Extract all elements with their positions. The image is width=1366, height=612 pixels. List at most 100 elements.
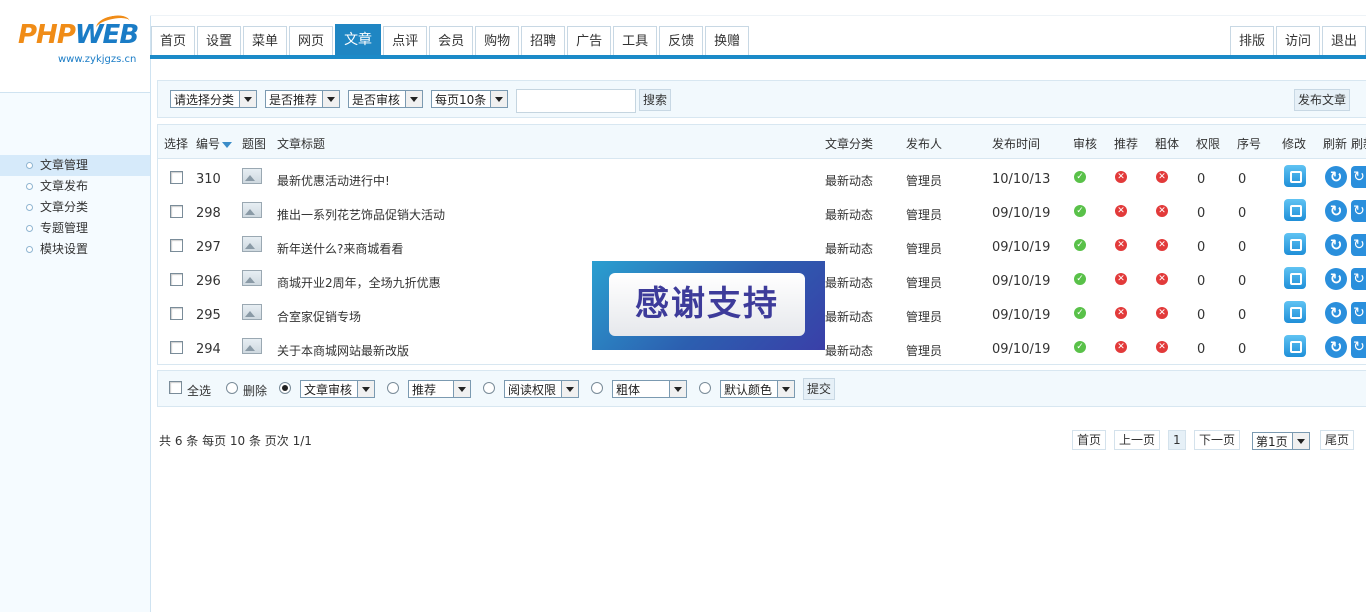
menu-item-menu[interactable]: 菜单 <box>243 26 288 55</box>
batch-recommend-select[interactable]: 推荐 <box>408 380 471 398</box>
check-icon[interactable]: ✓ <box>1074 205 1086 217</box>
row-title[interactable]: 关于本商城网站最新改版 <box>277 342 409 359</box>
color-radio[interactable] <box>699 382 711 394</box>
menu-item-webpage[interactable]: 网页 <box>289 26 334 55</box>
sidebar-item-article-category[interactable]: 文章分类 <box>0 197 150 218</box>
publish-article-button[interactable]: 发布文章 <box>1294 89 1351 111</box>
search-button[interactable]: 搜索 <box>639 89 672 111</box>
image-icon[interactable] <box>242 236 262 252</box>
menu-item-review[interactable]: 点评 <box>383 26 428 55</box>
image-icon[interactable] <box>242 202 262 218</box>
cross-icon[interactable]: ✕ <box>1156 341 1168 353</box>
menu-item-home[interactable]: 首页 <box>151 26 196 55</box>
refresh-icon[interactable]: ↻ <box>1351 166 1366 188</box>
cross-icon[interactable]: ✕ <box>1115 307 1127 319</box>
image-icon[interactable] <box>242 304 262 320</box>
menu-item-settings[interactable]: 设置 <box>197 26 242 55</box>
refresh-icon[interactable]: ↻ <box>1351 234 1366 256</box>
menu-item-tools[interactable]: 工具 <box>613 26 658 55</box>
cross-icon[interactable]: ✕ <box>1115 273 1127 285</box>
refresh-icon[interactable]: ↻ <box>1325 166 1347 188</box>
edit-icon[interactable] <box>1284 165 1306 187</box>
sidebar-item-article-manage[interactable]: 文章管理 <box>0 155 150 176</box>
edit-icon[interactable] <box>1284 199 1306 221</box>
batch-audit-select[interactable]: 文章审核 <box>300 380 375 398</box>
batch-color-select[interactable]: 默认颜色 <box>720 380 795 398</box>
check-icon[interactable]: ✓ <box>1074 171 1086 183</box>
refresh-icon[interactable]: ↻ <box>1325 336 1347 358</box>
menu-item-member[interactable]: 会员 <box>429 26 474 55</box>
sidebar-item-module-settings[interactable]: 模块设置 <box>0 239 150 260</box>
image-icon[interactable] <box>242 270 262 286</box>
row-checkbox[interactable] <box>170 273 183 286</box>
bold-radio[interactable] <box>591 382 603 394</box>
image-icon[interactable] <box>242 338 262 354</box>
row-checkbox[interactable] <box>170 239 183 252</box>
select-all-checkbox[interactable] <box>169 381 182 394</box>
refresh-icon[interactable]: ↻ <box>1351 302 1366 324</box>
menu-item-shop[interactable]: 购物 <box>475 26 520 55</box>
menu-item-ads[interactable]: 广告 <box>567 26 612 55</box>
audit-radio[interactable] <box>279 382 291 394</box>
sidebar-item-topic-manage[interactable]: 专题管理 <box>0 218 150 239</box>
cross-icon[interactable]: ✕ <box>1156 205 1168 217</box>
cross-icon[interactable]: ✕ <box>1156 273 1168 285</box>
menu-item-recruit[interactable]: 招聘 <box>521 26 566 55</box>
row-title[interactable]: 合室家促销专场 <box>277 308 361 325</box>
edit-icon[interactable] <box>1284 267 1306 289</box>
row-checkbox[interactable] <box>170 205 183 218</box>
recommend-radio[interactable] <box>387 382 399 394</box>
row-checkbox[interactable] <box>170 171 183 184</box>
thanks-banner[interactable]: 感谢支持 <box>592 261 825 350</box>
next-page-button[interactable]: 下一页 <box>1194 430 1241 450</box>
check-icon[interactable]: ✓ <box>1074 307 1086 319</box>
batch-bold-select[interactable]: 粗体 <box>612 380 687 398</box>
image-icon[interactable] <box>242 168 262 184</box>
sort-down-icon[interactable] <box>222 141 233 148</box>
check-icon[interactable]: ✓ <box>1074 273 1086 285</box>
refresh-icon[interactable]: ↻ <box>1325 234 1347 256</box>
search-input[interactable] <box>516 89 636 113</box>
edit-icon[interactable] <box>1284 233 1306 255</box>
cross-icon[interactable]: ✕ <box>1115 239 1127 251</box>
row-title[interactable]: 最新优惠活动进行中! <box>277 172 390 189</box>
cross-icon[interactable]: ✕ <box>1156 171 1168 183</box>
edit-icon[interactable] <box>1284 301 1306 323</box>
per-page-select[interactable]: 每页10条 <box>431 90 508 108</box>
col-id[interactable]: 编号 <box>196 135 233 152</box>
cross-icon[interactable]: ✕ <box>1115 171 1127 183</box>
row-checkbox[interactable] <box>170 341 183 354</box>
menu-item-feedback[interactable]: 反馈 <box>659 26 704 55</box>
prev-page-button[interactable]: 上一页 <box>1114 430 1161 450</box>
delete-radio[interactable] <box>226 382 238 394</box>
category-select[interactable]: 请选择分类 <box>170 90 257 108</box>
refresh-icon[interactable]: ↻ <box>1325 268 1347 290</box>
refresh-icon[interactable]: ↻ <box>1325 302 1347 324</box>
batch-perm-select[interactable]: 阅读权限 <box>504 380 579 398</box>
cross-icon[interactable]: ✕ <box>1115 341 1127 353</box>
menu-item-exchange[interactable]: 换赠 <box>705 26 750 55</box>
row-title[interactable]: 商城开业2周年，全场九折优惠 <box>277 274 441 291</box>
current-page[interactable]: 1 <box>1168 430 1186 450</box>
menu-item-logout[interactable]: 退出 <box>1321 26 1366 55</box>
row-title[interactable]: 新年送什么?来商城看看 <box>277 240 403 257</box>
cross-icon[interactable]: ✕ <box>1156 307 1168 319</box>
menu-item-article[interactable]: 文章 <box>335 24 382 55</box>
row-checkbox[interactable] <box>170 307 183 320</box>
check-icon[interactable]: ✓ <box>1074 341 1086 353</box>
menu-item-visit[interactable]: 访问 <box>1275 26 1320 55</box>
refresh-icon[interactable]: ↻ <box>1351 268 1366 290</box>
menu-item-layout[interactable]: 排版 <box>1229 26 1274 55</box>
recommend-select[interactable]: 是否推荐 <box>265 90 340 108</box>
row-title[interactable]: 推出一系列花艺饰品促销大活动 <box>277 206 445 223</box>
check-icon[interactable]: ✓ <box>1074 239 1086 251</box>
cross-icon[interactable]: ✕ <box>1115 205 1127 217</box>
edit-icon[interactable] <box>1284 335 1306 357</box>
refresh-icon[interactable]: ↻ <box>1351 336 1366 358</box>
refresh-icon[interactable]: ↻ <box>1325 200 1347 222</box>
page-select[interactable]: 第1页 <box>1252 432 1310 450</box>
first-page-button[interactable]: 首页 <box>1072 430 1107 450</box>
sidebar-item-article-publish[interactable]: 文章发布 <box>0 176 150 197</box>
cross-icon[interactable]: ✕ <box>1156 239 1168 251</box>
last-page-button[interactable]: 尾页 <box>1320 430 1355 450</box>
